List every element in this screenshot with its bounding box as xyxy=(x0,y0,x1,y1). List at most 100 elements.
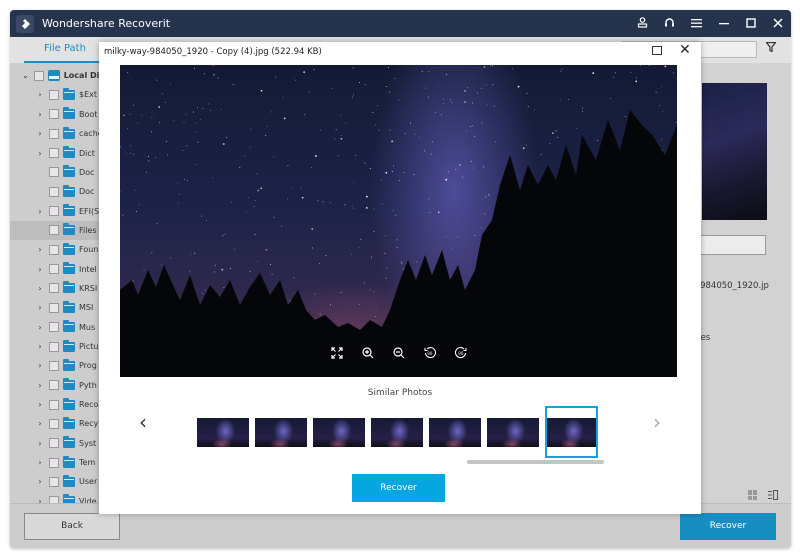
thumbnail-scrollbar[interactable] xyxy=(467,460,604,464)
tree-item[interactable]: Files xyxy=(10,220,106,241)
tree-item[interactable]: › Recy xyxy=(10,414,106,433)
checkbox[interactable] xyxy=(49,186,59,197)
checkbox[interactable] xyxy=(49,109,59,120)
back-button[interactable]: Back xyxy=(24,513,120,540)
zoom-out-icon[interactable] xyxy=(390,344,407,361)
checkbox[interactable] xyxy=(49,302,59,313)
maximize-icon[interactable] xyxy=(737,17,764,31)
tree-item[interactable]: › Intel xyxy=(10,260,106,279)
checkbox[interactable] xyxy=(49,418,59,429)
chevron-right-icon[interactable]: › xyxy=(36,149,44,158)
checkbox[interactable] xyxy=(49,167,59,178)
tree-item-label: MSI xyxy=(79,303,94,313)
checkbox[interactable] xyxy=(49,438,59,449)
list-view-icon[interactable] xyxy=(768,490,778,503)
tree-item[interactable]: › Mus xyxy=(10,318,106,337)
chevron-right-icon[interactable]: › xyxy=(36,419,44,428)
chevron-right-icon[interactable]: › xyxy=(36,245,44,254)
tree-item[interactable]: › Tem xyxy=(10,453,106,472)
chevron-right-icon[interactable]: › xyxy=(36,342,44,351)
headset-icon[interactable] xyxy=(656,17,683,31)
tree-item[interactable]: › Foun xyxy=(10,240,106,259)
checkbox[interactable] xyxy=(49,322,59,333)
checkbox[interactable] xyxy=(33,70,44,81)
zoom-in-icon[interactable] xyxy=(359,344,376,361)
chevron-right-icon[interactable]: › xyxy=(36,90,44,99)
similar-photo-thumbnail[interactable] xyxy=(429,418,481,447)
chevron-right-icon[interactable]: › xyxy=(36,381,44,390)
chevron-right-icon[interactable]: › xyxy=(36,323,44,332)
folder-icon xyxy=(63,262,75,275)
rotate-right-90-icon[interactable]: 90 xyxy=(452,344,469,361)
checkbox[interactable] xyxy=(49,264,59,275)
chevron-right-icon[interactable]: › xyxy=(36,400,44,409)
chevron-right-icon[interactable]: › xyxy=(36,477,44,486)
checkbox[interactable] xyxy=(49,341,59,352)
chevron-right-icon[interactable]: › xyxy=(36,265,44,274)
filter-icon[interactable] xyxy=(765,41,777,55)
checkbox[interactable] xyxy=(49,283,59,294)
checkbox[interactable] xyxy=(49,457,59,468)
tree-item-label: Pictu xyxy=(79,342,99,352)
photo-preview: 90 90 xyxy=(120,65,677,377)
tree-item[interactable]: › MSI xyxy=(10,298,106,317)
chevron-right-icon[interactable]: › xyxy=(36,439,44,448)
chevron-right-icon[interactable]: › xyxy=(36,129,44,138)
tree-item[interactable]: › User xyxy=(10,472,106,491)
chevron-right-icon[interactable]: › xyxy=(36,110,44,119)
modal-recover-button[interactable]: Recover xyxy=(352,474,445,502)
tree-item[interactable]: › Syst xyxy=(10,434,106,453)
checkbox[interactable] xyxy=(49,128,59,139)
tree-item[interactable]: › Pictu xyxy=(10,337,106,356)
chevron-left-icon[interactable]: ‹ xyxy=(139,410,147,434)
chevron-right-icon[interactable]: › xyxy=(36,458,44,467)
tree-item[interactable]: Doc xyxy=(10,163,106,182)
tree-item[interactable]: › Vide xyxy=(10,492,106,503)
grid-view-icon[interactable] xyxy=(748,490,758,500)
chevron-right-icon[interactable]: › xyxy=(653,410,661,434)
similar-photo-thumbnail[interactable] xyxy=(371,418,423,447)
checkbox[interactable] xyxy=(49,496,59,503)
tree-item[interactable]: Doc xyxy=(10,182,106,201)
checkbox[interactable] xyxy=(49,148,59,159)
recover-button[interactable]: Recover xyxy=(680,513,776,540)
tree-item[interactable]: › Boot xyxy=(10,105,106,124)
rotate-left-90-icon[interactable]: 90 xyxy=(421,344,438,361)
folder-icon xyxy=(63,165,75,178)
chevron-right-icon[interactable]: › xyxy=(36,303,44,312)
checkbox[interactable] xyxy=(49,399,59,410)
tree-item[interactable]: › KRSI xyxy=(10,279,106,298)
tab-file-path[interactable]: File Path xyxy=(24,37,106,63)
checkbox[interactable] xyxy=(49,225,59,236)
similar-photo-thumbnail[interactable] xyxy=(197,418,249,447)
similar-photo-thumbnail[interactable] xyxy=(255,418,307,447)
tree-item[interactable]: › EFI(S xyxy=(10,201,106,220)
checkbox[interactable] xyxy=(49,244,59,255)
tree-item[interactable]: › Dict xyxy=(10,143,106,162)
maximize-icon[interactable] xyxy=(652,46,662,55)
chevron-down-icon[interactable]: ⌄ xyxy=(22,71,29,80)
checkbox[interactable] xyxy=(49,476,59,487)
close-icon[interactable] xyxy=(764,17,791,31)
user-icon[interactable] xyxy=(629,16,656,31)
checkbox[interactable] xyxy=(49,89,59,100)
tree-item[interactable]: › Prog xyxy=(10,356,106,375)
similar-photo-thumbnail[interactable] xyxy=(313,418,365,447)
close-icon[interactable]: ✕ xyxy=(679,42,691,58)
similar-photo-thumbnail[interactable] xyxy=(487,418,539,447)
file-tree: ⌄ Local Disk › $Ext › Boot › cache › Dict Doc Doc… xyxy=(10,63,106,503)
tree-item[interactable]: › Pyth xyxy=(10,376,106,395)
tree-root[interactable]: ⌄ Local Disk xyxy=(10,66,106,85)
tree-item[interactable]: › Reco xyxy=(10,395,106,414)
chevron-right-icon[interactable]: › xyxy=(36,361,44,370)
chevron-right-icon[interactable]: › xyxy=(36,284,44,293)
checkbox[interactable] xyxy=(49,360,59,371)
tree-item[interactable]: › $Ext xyxy=(10,85,106,104)
checkbox[interactable] xyxy=(49,380,59,391)
checkbox[interactable] xyxy=(49,206,59,217)
minimize-icon[interactable] xyxy=(710,17,737,31)
menu-icon[interactable] xyxy=(683,17,710,31)
chevron-right-icon[interactable]: › xyxy=(36,207,44,216)
fullscreen-icon[interactable] xyxy=(328,344,345,361)
tree-item[interactable]: › cache xyxy=(10,124,106,143)
